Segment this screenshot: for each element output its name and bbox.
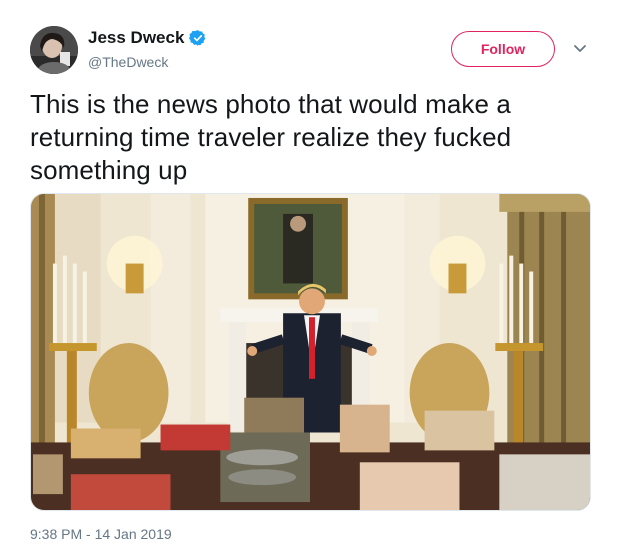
verified-badge-icon [189, 29, 207, 47]
tweet-photo[interactable] [30, 193, 591, 511]
tweet-text: This is the news photo that would make a… [30, 89, 512, 185]
tweet-card: Jess Dweck @TheDweck Follow This is the … [0, 0, 619, 545]
follow-button[interactable]: Follow [451, 31, 555, 67]
author-name-row: Jess Dweck [88, 28, 207, 48]
avatar[interactable] [30, 26, 78, 74]
chevron-down-icon[interactable] [572, 40, 588, 56]
author-display-name[interactable]: Jess Dweck [88, 28, 184, 48]
author-handle[interactable]: @TheDweck [88, 54, 168, 70]
tweet-timestamp[interactable]: 9:38 PM - 14 Jan 2019 [30, 526, 172, 542]
